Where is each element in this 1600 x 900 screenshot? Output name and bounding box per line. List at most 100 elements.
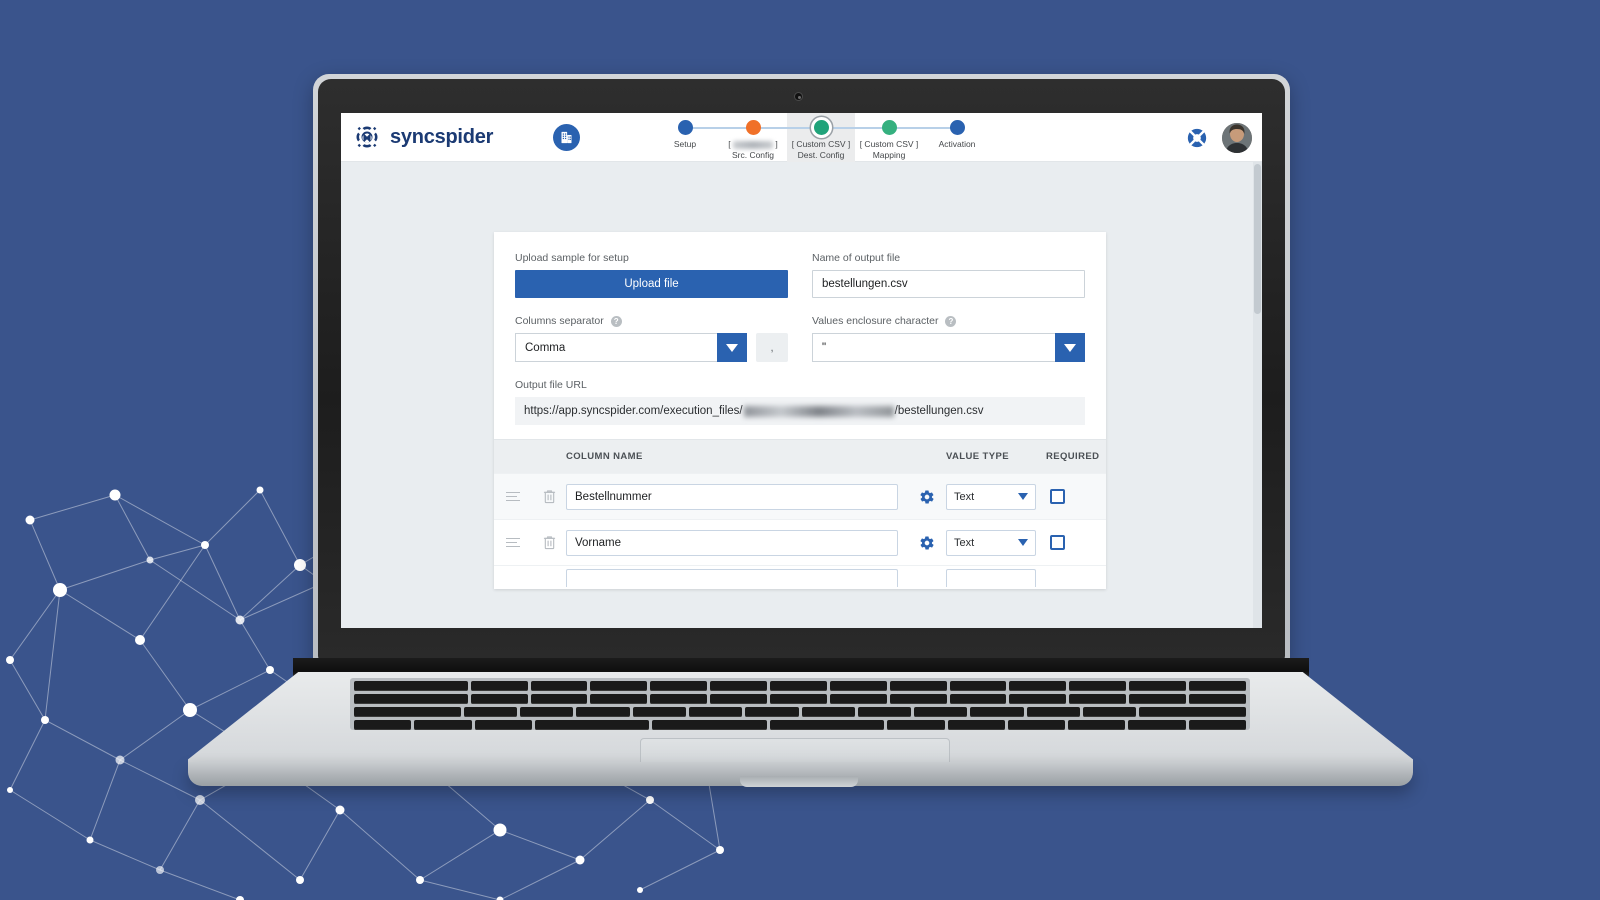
syncspider-spider-icon xyxy=(356,126,378,148)
value-type-select[interactable]: Text xyxy=(946,483,1036,510)
column-name-input[interactable] xyxy=(566,483,898,510)
output-name-group: Name of output file xyxy=(812,252,1085,298)
header-value-type: VALUE TYPE xyxy=(946,451,1009,462)
values-enclosure-label: Values enclosure character ? xyxy=(812,315,1085,327)
upload-label-text: Upload sample for setup xyxy=(515,252,629,264)
redacted-execution-id xyxy=(743,405,894,417)
table-row: Text xyxy=(494,473,1106,519)
laptop-base-notch xyxy=(740,776,858,787)
stepper-connector xyxy=(685,127,753,129)
org-badge[interactable] xyxy=(553,123,580,151)
dest-config-card: Upload sample for setup Upload file Name… xyxy=(494,232,1106,589)
lifebuoy-help-icon[interactable] xyxy=(1186,127,1208,149)
stepper-step-activation[interactable]: Activation xyxy=(923,113,991,150)
stepper-label: [ Custom CSV ] Mapping xyxy=(859,139,919,160)
app-topbar: syncspider Setup [] Src. Config [Custo… xyxy=(341,113,1262,162)
stepper-dot xyxy=(881,120,897,135)
webcam-icon xyxy=(794,92,803,101)
upload-field-group: Upload sample for setup Upload file xyxy=(515,252,788,298)
column-name-input[interactable] xyxy=(566,529,898,556)
trash-icon[interactable] xyxy=(543,489,556,504)
building-icon xyxy=(561,131,572,143)
columns-separator-dropdown-button[interactable] xyxy=(717,333,747,362)
output-file-url-value[interactable]: https://app.syncspider.com/execution_fil… xyxy=(515,397,1085,425)
stepper-step-dest-config[interactable]: [ Custom CSV ] Dest. Config xyxy=(787,113,855,162)
content-scrollbar-thumb[interactable] xyxy=(1254,164,1261,314)
values-enclosure-value: " xyxy=(812,333,1055,362)
upload-file-button[interactable]: Upload file xyxy=(515,270,788,298)
output-file-name-input[interactable] xyxy=(812,270,1085,298)
upload-label: Upload sample for setup xyxy=(515,252,788,264)
output-name-label-text: Name of output file xyxy=(812,252,901,264)
columns-separator-label-text: Columns separator xyxy=(515,315,604,327)
output-name-label: Name of output file xyxy=(812,252,1085,264)
app-screen: syncspider Setup [] Src. Config [Custo… xyxy=(341,113,1262,628)
laptop-keyboard xyxy=(350,678,1250,730)
chevron-down-icon xyxy=(1018,539,1028,546)
required-checkbox[interactable] xyxy=(1050,489,1065,504)
table-row-partial xyxy=(494,565,1106,589)
value-type-value: Text xyxy=(954,490,975,503)
app-content: Upload sample for setup Upload file Name… xyxy=(341,162,1262,628)
drag-handle-icon[interactable] xyxy=(506,491,520,502)
separator-preview-chip: , xyxy=(756,333,788,362)
gear-icon[interactable] xyxy=(919,489,935,505)
help-icon[interactable]: ? xyxy=(610,315,622,327)
columns-separator-value: Comma xyxy=(515,333,717,362)
brand-logo[interactable]: syncspider xyxy=(341,123,580,151)
columns-separator-select[interactable]: Comma xyxy=(515,333,747,362)
chevron-down-icon xyxy=(1064,343,1076,352)
topbar-actions xyxy=(1186,113,1252,162)
stepper-label: [ Custom CSV ] Dest. Config xyxy=(791,139,851,160)
output-url-prefix: https://app.syncspider.com/execution_fil… xyxy=(524,405,743,417)
stepper-dot xyxy=(745,120,761,135)
values-enclosure-group: Values enclosure character ? " xyxy=(812,315,1085,362)
chevron-down-icon xyxy=(1018,493,1028,500)
output-url-suffix: /bestellungen.csv xyxy=(894,405,984,417)
help-icon[interactable]: ? xyxy=(945,315,957,327)
value-type-value: Text xyxy=(954,536,975,549)
values-enclosure-select[interactable]: " xyxy=(812,333,1085,362)
avatar-photo xyxy=(1222,122,1252,153)
required-checkbox[interactable] xyxy=(1050,535,1065,550)
stepper-dot xyxy=(677,120,693,135)
separator-and-enclosure-row: Columns separator ? Comma , Values enclo… xyxy=(515,315,1085,362)
values-enclosure-label-text: Values enclosure character xyxy=(812,315,939,327)
stepper-connector xyxy=(753,127,821,129)
upload-and-name-row: Upload sample for setup Upload file Name… xyxy=(515,252,1085,298)
wizard-stepper: Setup [ ] Src. Config [ Custom CSV ] Des… xyxy=(651,113,991,162)
brand-wordmark: syncspider xyxy=(390,126,494,148)
stepper-step-src-config[interactable]: [ ] Src. Config xyxy=(719,113,787,160)
table-row: Text xyxy=(494,519,1106,565)
trash-icon[interactable] xyxy=(543,535,556,550)
laptop-mockup: syncspider Setup [] Src. Config [Custo… xyxy=(0,0,1600,900)
drag-handle-icon[interactable] xyxy=(506,537,520,548)
stepper-dot xyxy=(949,120,965,135)
columns-separator-group: Columns separator ? Comma , xyxy=(515,315,788,362)
output-url-label-text: Output file URL xyxy=(515,379,587,391)
values-enclosure-dropdown-button[interactable] xyxy=(1055,333,1085,362)
chevron-down-icon xyxy=(726,343,738,352)
output-url-label: Output file URL xyxy=(515,379,1085,391)
output-url-group: Output file URL https://app.syncspider.c… xyxy=(515,379,1085,425)
header-required: REQUIRED xyxy=(1046,451,1100,462)
columns-separator-label: Columns separator ? xyxy=(515,315,788,327)
value-type-select[interactable]: Text xyxy=(946,529,1036,556)
svg-text:syncspider: syncspider xyxy=(390,126,494,148)
stepper-connector xyxy=(889,127,957,129)
content-scrollbar-track[interactable] xyxy=(1253,162,1262,628)
columns-table-header: COLUMN NAME VALUE TYPE REQUIRED xyxy=(494,439,1106,473)
value-type-select-partial[interactable] xyxy=(946,568,1036,587)
stepper-dot-active xyxy=(813,120,829,135)
stepper-label: Setup xyxy=(673,139,697,149)
header-column-name: COLUMN NAME xyxy=(566,451,643,462)
stepper-label: Activation xyxy=(938,139,976,149)
stepper-label: [ ] Src. Config xyxy=(719,139,787,160)
gear-icon[interactable] xyxy=(919,535,935,551)
column-name-input-partial[interactable] xyxy=(566,568,898,587)
stepper-connector xyxy=(821,127,889,129)
redacted-source-name: [ ] xyxy=(728,139,778,149)
avatar[interactable] xyxy=(1222,122,1252,153)
stepper-step-mapping[interactable]: [ Custom CSV ] Mapping xyxy=(855,113,923,160)
stepper-step-setup[interactable]: Setup xyxy=(651,113,719,150)
